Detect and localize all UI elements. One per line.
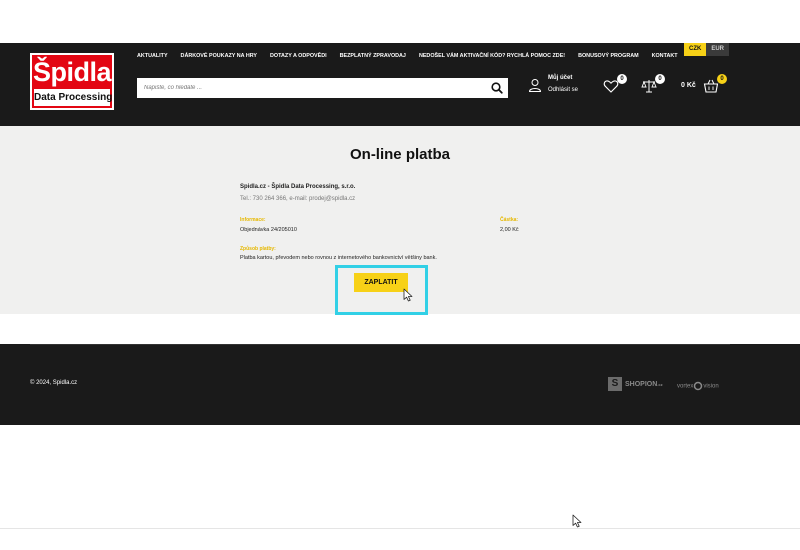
account-title[interactable]: Můj účet: [548, 75, 572, 81]
pay-button-highlight: ZAPLATIT: [335, 265, 428, 315]
nav-item-aktuality[interactable]: AKTUALITY: [137, 50, 168, 62]
bottom-divider: [0, 528, 800, 529]
search-input[interactable]: [137, 78, 487, 98]
nav-item-faq[interactable]: DOTAZY A ODPOVĚDI: [270, 50, 327, 62]
wishlist-count-badge: 0: [617, 74, 627, 84]
nav-item-contact[interactable]: KONTAKT: [652, 50, 678, 62]
currency-switcher: CZK EUR: [684, 43, 730, 56]
vision-text: vision: [703, 383, 719, 390]
mouse-cursor-icon: [403, 288, 413, 302]
payment-method-value: Platba kartou, převodem nebo rovnou z in…: [240, 255, 437, 261]
main-nav: AKTUALITY DÁRKOVÉ POUKAZY NA HRY DOTAZY …: [137, 50, 678, 62]
cart-price[interactable]: 0 Kč: [681, 82, 696, 89]
page-title: On-line platba: [349, 146, 450, 163]
compare-count-badge: 0: [655, 74, 665, 84]
nav-item-gift-vouchers[interactable]: DÁRKOVÉ POUKAZY NA HRY: [181, 50, 257, 62]
payment-method-label: Způsob platby:: [240, 246, 276, 252]
site-footer: © 2024, Spidla.cz S SHOPION .cz vortex vis…: [0, 344, 800, 425]
currency-czk[interactable]: CZK: [684, 43, 707, 56]
cart-count-badge: 0: [717, 74, 727, 84]
logo-subtext: Data Processing: [34, 89, 112, 106]
nav-item-newsletter[interactable]: BEZPLATNÝ ZPRAVODAJ: [340, 50, 406, 62]
currency-eur[interactable]: EUR: [706, 43, 730, 56]
site-header: Špidla Data Processing AKTUALITY DÁRKOVÉ…: [0, 43, 800, 126]
page: Špidla Data Processing AKTUALITY DÁRKOVÉ…: [0, 0, 800, 550]
nav-item-activation-help[interactable]: NEDOŠEL VÁM AKTIVAČNÍ KÓD? RYCHLÁ POMOC …: [419, 50, 565, 62]
vortex-text: vortex: [677, 383, 694, 390]
info-label: Informace:: [240, 217, 266, 223]
search-bar: [137, 78, 508, 98]
footer-divider: [30, 344, 730, 345]
compare-button[interactable]: 0: [641, 74, 665, 94]
logo[interactable]: Špidla Data Processing: [30, 53, 114, 110]
logout-link[interactable]: Odhlásit se: [548, 87, 578, 93]
wishlist-button[interactable]: 0: [603, 74, 627, 94]
mouse-cursor-icon: [572, 514, 582, 528]
contact-info: Tel.: 730 264 366, e-mail: prodej@spidla…: [240, 196, 356, 202]
shopion-logo[interactable]: S SHOPION .cz: [608, 377, 663, 391]
copyright: © 2024, Spidla.cz: [30, 380, 78, 386]
shopion-s-icon: S: [608, 377, 622, 391]
payment-section: On-line platba Spidla.cz - Špidla Data P…: [0, 126, 800, 315]
cart-button[interactable]: 0: [703, 74, 727, 94]
shopion-suffix: .cz: [657, 381, 663, 387]
vortex-vision-logo[interactable]: vortex vision: [677, 381, 719, 391]
order-number: Objednávka 24/205010: [240, 227, 297, 233]
search-button[interactable]: [489, 80, 505, 96]
search-icon: [491, 82, 503, 94]
vortex-swirl-icon: [694, 381, 703, 391]
shopion-text: SHOPION: [625, 380, 658, 388]
nav-item-bonus-program[interactable]: BONUSOVÝ PROGRAM: [578, 50, 639, 62]
pay-button[interactable]: ZAPLATIT: [354, 273, 408, 292]
company-name: Spidla.cz - Špidla Data Processing, s.r.…: [240, 184, 356, 190]
user-icon: [528, 79, 542, 92]
logo-text: Špidla: [32, 57, 112, 87]
amount-label: Částka:: [500, 217, 519, 223]
amount-value: 2,00 Kč: [500, 227, 519, 233]
